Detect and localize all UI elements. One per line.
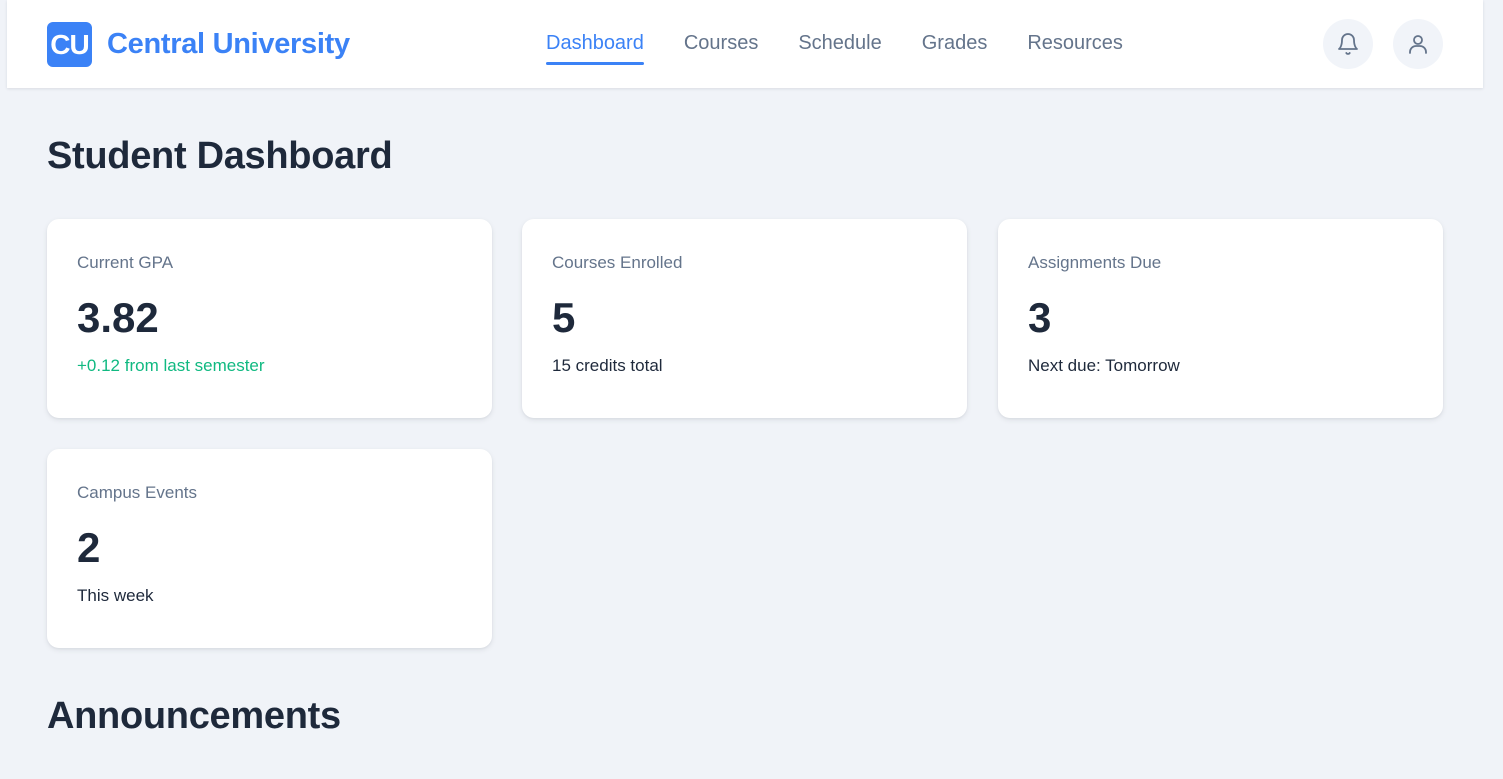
stat-card-gpa[interactable]: Current GPA 3.82 +0.12 from last semeste… <box>47 219 492 418</box>
stat-note: 15 credits total <box>552 356 663 375</box>
page-title: Student Dashboard <box>47 135 393 177</box>
university-name: Central University <box>107 28 350 60</box>
stat-card-courses[interactable]: Courses Enrolled 5 15 credits total <box>522 219 967 418</box>
nav-schedule[interactable]: Schedule <box>798 30 881 65</box>
university-logo: CU <box>47 22 92 67</box>
nav-dashboard[interactable]: Dashboard <box>546 30 644 65</box>
top-navigation-bar: CU Central University Dashboard Courses … <box>7 0 1483 88</box>
brand[interactable]: CU Central University <box>47 22 350 67</box>
stat-value: 3.82 <box>77 294 159 341</box>
stat-label: Assignments Due <box>1028 253 1162 272</box>
stat-card-events[interactable]: Campus Events 2 This week <box>47 449 492 648</box>
stat-card-assignments[interactable]: Assignments Due 3 Next due: Tomorrow <box>998 219 1443 418</box>
stat-value: 5 <box>552 294 576 341</box>
user-icon <box>1409 35 1427 54</box>
notifications-button[interactable] <box>1323 19 1373 69</box>
nav-grades[interactable]: Grades <box>922 30 988 65</box>
stat-value: 2 <box>77 524 101 571</box>
announcements-heading: Announcements <box>47 695 341 737</box>
profile-button[interactable] <box>1393 19 1443 69</box>
stat-label: Campus Events <box>77 483 197 502</box>
main-nav: Dashboard Courses Schedule Grades Resour… <box>546 30 1123 65</box>
stat-label: Courses Enrolled <box>552 253 683 272</box>
stat-note: +0.12 from last semester <box>77 356 265 375</box>
stat-note: Next due: Tomorrow <box>1028 356 1180 375</box>
nav-courses[interactable]: Courses <box>684 30 758 65</box>
stat-value: 3 <box>1028 294 1052 341</box>
stat-label: Current GPA <box>77 253 174 272</box>
nav-resources[interactable]: Resources <box>1027 30 1123 65</box>
bell-icon <box>1338 33 1358 55</box>
stat-note: This week <box>77 586 154 605</box>
